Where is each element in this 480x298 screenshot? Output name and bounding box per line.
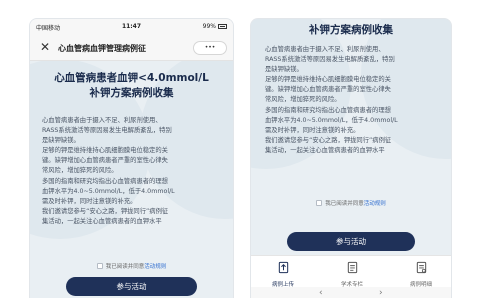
consent-text: 我已阅读并同意 xyxy=(325,201,364,207)
intro-line: 血钾水平为4.0~5.0mmol/L，低于4.0mmol/L xyxy=(265,116,398,124)
rules-link[interactable]: 活动规则 xyxy=(144,264,166,270)
status-bar: 中国移动 11:47 99% xyxy=(30,19,233,35)
rules-link[interactable]: 活动规则 xyxy=(364,201,386,207)
intro-line: 常风险，增加猝死的风险。 xyxy=(265,96,341,104)
phone-screen-left: 中国移动 11:47 99% ✕ 心血管病血钾管理病例征 ••• 心血管病患者血… xyxy=(29,18,234,298)
intro-line: 集活动，一起关注心血管病患者的血钾水平 xyxy=(42,217,162,225)
forward-icon[interactable]: › xyxy=(379,287,383,298)
intro-line: RASS系统激活等原因易发生电解质紊乱，特别 xyxy=(42,127,172,135)
title-line-1: 心血管病患者血钾<4.0mmol/L xyxy=(54,72,209,84)
consent-text: 我已阅读并同意 xyxy=(105,264,145,270)
intro-line: 集活动，一起关注心血管病患者的血钾水平 xyxy=(265,146,385,154)
phone-screen-right: 补钾方案病例收集 心血管病患者由于摄入不足、利尿剂使用、 RASS系统激活等原因… xyxy=(250,18,452,298)
join-activity-button[interactable]: 参与活动 xyxy=(66,277,197,296)
tab-academic-column[interactable]: 学术专栏 xyxy=(330,259,374,288)
tab-case-upload[interactable]: 病例上传 xyxy=(261,259,305,288)
intro-line: 多国的指南和研究均指出心血管病患者的理想 xyxy=(265,106,391,114)
hero-title: 心血管病患者血钾<4.0mmol/L 补钾方案病例收集 xyxy=(30,71,233,101)
title-line-2: 补钾方案病例收集 xyxy=(89,87,174,99)
battery-percent: 99% xyxy=(202,23,216,30)
intro-line: 是缺钾缺镁。 xyxy=(42,137,80,145)
case-detail-icon xyxy=(416,261,426,274)
intro-line: 我们邀请您参与“安心之路，钾拢同行”病例征 xyxy=(265,136,392,144)
intro-line: 需及时补钾，同时注意镁的补充。 xyxy=(42,197,137,205)
intro-line: 是缺钾缺镁。 xyxy=(265,66,303,74)
intro-line: 需及时补钾，同时注意镁的补充。 xyxy=(265,126,360,134)
title-line: 补钾方案病例收集 xyxy=(309,24,393,36)
battery-indicator: 99% xyxy=(203,23,227,30)
hero-title: 补钾方案病例收集 xyxy=(251,23,451,38)
join-activity-button[interactable]: 参与活动 xyxy=(287,232,415,251)
intro-line: 键。缺钾增加心血管病患者严重的室性心律失 xyxy=(42,157,168,165)
bottom-tab-bar: 病例上传 学术专栏 病例明细 xyxy=(251,255,451,288)
intro-line: 足够的钾是维持维持心肌细胞膜电位稳定的关 xyxy=(42,147,168,155)
intro-line: 心血管病患者由于摄入不足、利尿剂使用、 xyxy=(265,46,385,53)
intro-line: 我们邀请您参与“安心之路，钾拢同行”病例征 xyxy=(42,207,169,215)
intro-line: 多国的指南和研究均指出心血管病患者的理想 xyxy=(42,177,168,185)
intro-text: 心血管病患者由于摄入不足、利尿剂使用、 RASS系统激活等原因易发生电解质紊乱，… xyxy=(42,116,223,227)
upload-doc-icon xyxy=(278,261,288,274)
intro-line: 心血管病患者由于摄入不足、利尿剂使用、 xyxy=(42,117,162,124)
more-menu-button[interactable]: ••• xyxy=(193,41,227,55)
consent-checkbox[interactable] xyxy=(316,200,323,206)
consent-row: 我已阅读并同意活动规则 xyxy=(251,199,451,207)
back-icon[interactable]: ‹ xyxy=(319,287,323,298)
close-icon[interactable]: ✕ xyxy=(40,40,50,54)
consent-row: 我已阅读并同意活动规则 xyxy=(30,262,233,270)
intro-line: 常风险，增加猝死的风险。 xyxy=(42,167,118,175)
intro-line: 足够的钾是维持维持心肌细胞膜电位稳定的关 xyxy=(265,76,391,84)
battery-icon xyxy=(218,24,227,29)
intro-line: RASS系统激活等原因易发生电解质紊乱，特别 xyxy=(265,56,395,64)
tab-case-details[interactable]: 病例明细 xyxy=(399,259,443,288)
academic-doc-icon xyxy=(347,261,357,274)
intro-text: 心血管病患者由于摄入不足、利尿剂使用、 RASS系统激活等原因易发生电解质紊乱，… xyxy=(265,45,441,156)
page-title: 心血管病血钾管理病例征 xyxy=(58,44,146,53)
intro-line: 血钾水平为4.0~5.0mmol/L，低于4.0mmol/L xyxy=(42,187,175,195)
nav-bar: ✕ 心血管病血钾管理病例征 ••• xyxy=(30,35,233,61)
browser-nav-bar: ‹ › xyxy=(251,287,451,298)
consent-checkbox[interactable] xyxy=(96,263,103,269)
intro-line: 键。缺钾增加心血管病患者严重的室性心律失 xyxy=(265,86,391,94)
